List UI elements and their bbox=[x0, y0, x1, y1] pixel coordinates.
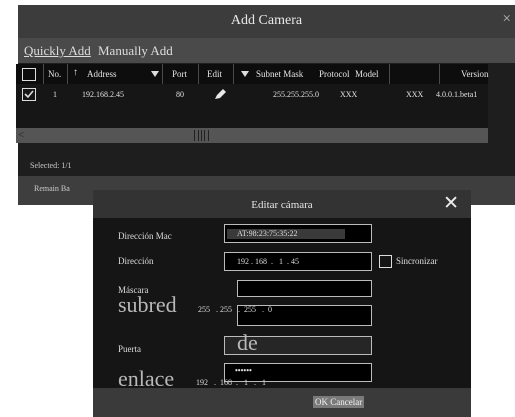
gateway-label: Puerta bbox=[118, 344, 141, 354]
gateway-label-overflow: de bbox=[237, 330, 258, 355]
gateway-label-overflow-2: enlace bbox=[118, 366, 175, 391]
column-no[interactable]: No. bbox=[48, 69, 61, 79]
row-version: 4.0.0.1.beta1 bbox=[436, 90, 478, 99]
ip-address-field[interactable]: 192 . 168 . 1 . 45 bbox=[224, 252, 372, 271]
password-value: •••••• bbox=[235, 366, 252, 375]
row-port: 80 bbox=[176, 90, 184, 99]
remain-bandwidth-label: Remain Ba bbox=[34, 184, 70, 193]
row-number: 1 bbox=[53, 90, 57, 99]
row-protocol: XXX bbox=[340, 90, 358, 99]
close-icon[interactable]: ✕ bbox=[443, 192, 459, 215]
column-port[interactable]: Port bbox=[172, 69, 187, 79]
subnet-mask-top-field[interactable] bbox=[237, 280, 372, 297]
tab-manually-add[interactable]: Manually Add bbox=[98, 43, 173, 59]
column-divider bbox=[233, 64, 234, 84]
add-camera-titlebar: Add Camera × bbox=[18, 5, 515, 38]
mac-address-value: AT:98:23:75:35:22 bbox=[237, 229, 298, 238]
ip-address-value: 192 . 168 . 1 . 45 bbox=[237, 257, 299, 266]
column-divider bbox=[43, 64, 44, 84]
edit-camera-titlebar: Editar cámara ✕ bbox=[93, 190, 471, 218]
gateway-value: 192 . 168 . 1 . 1 bbox=[196, 378, 266, 387]
column-divider bbox=[67, 64, 68, 84]
add-mode-tabs: Quickly Add Manually Add bbox=[18, 38, 515, 63]
column-divider bbox=[198, 64, 199, 84]
ok-cancel-button[interactable]: OK Cancelar bbox=[313, 396, 365, 408]
column-edit: Edit bbox=[207, 69, 222, 79]
row-address: 192.168.2.45 bbox=[82, 90, 124, 99]
sync-checkbox[interactable] bbox=[379, 255, 392, 268]
sort-up-icon[interactable]: ↑ bbox=[73, 67, 78, 78]
mac-address-field: AT:98:23:75:35:22 bbox=[224, 224, 372, 243]
checkmark-icon bbox=[24, 90, 34, 99]
subnet-mask-label-overflow: subred bbox=[118, 292, 177, 317]
subnet-mask-value: 255 . 255 . 255 . 0 bbox=[198, 305, 272, 314]
close-icon[interactable]: × bbox=[503, 11, 511, 28]
column-subnet-mask[interactable]: Subnet Mask bbox=[256, 69, 303, 79]
column-protocol[interactable]: Protocol bbox=[319, 69, 350, 79]
mac-address-label: Dirección Mac bbox=[118, 231, 172, 241]
select-all-checkbox[interactable] bbox=[22, 68, 36, 81]
row-subnet-mask: 255.255.255.0 bbox=[273, 90, 319, 99]
edit-camera-title: Editar cámara bbox=[251, 199, 313, 211]
tab-quickly-add[interactable]: Quickly Add bbox=[24, 43, 91, 59]
column-address[interactable]: Address bbox=[87, 69, 117, 79]
table-row[interactable]: 1 192.168.2.45 80 255.255.255.0 XXX XXX … bbox=[16, 84, 488, 104]
column-version[interactable]: Version bbox=[461, 69, 489, 79]
chevron-down-icon[interactable] bbox=[151, 71, 159, 77]
edit-dialog-footer bbox=[93, 388, 471, 417]
column-divider bbox=[162, 64, 163, 84]
horizontal-scrollbar[interactable]: < bbox=[16, 128, 488, 143]
column-divider bbox=[439, 64, 440, 84]
add-camera-title: Add Camera bbox=[230, 13, 303, 28]
row-model: XXX bbox=[406, 90, 424, 99]
column-divider bbox=[389, 64, 390, 84]
ip-address-label: Dirección bbox=[118, 256, 154, 266]
chevron-down-icon[interactable] bbox=[241, 71, 249, 77]
camera-table-header: No. ↑ Address Port Edit Subnet Mask Prot… bbox=[16, 64, 489, 84]
row-checkbox[interactable] bbox=[22, 88, 36, 101]
pencil-icon[interactable] bbox=[213, 88, 227, 100]
scrollbar-thumb[interactable] bbox=[194, 130, 209, 141]
sync-label: Sincronizar bbox=[396, 256, 438, 266]
column-model[interactable]: Model bbox=[355, 69, 379, 79]
table-empty-area bbox=[16, 104, 488, 128]
selected-count: Selected: 1/1 bbox=[30, 161, 72, 170]
scroll-left-icon[interactable]: < bbox=[18, 129, 24, 141]
